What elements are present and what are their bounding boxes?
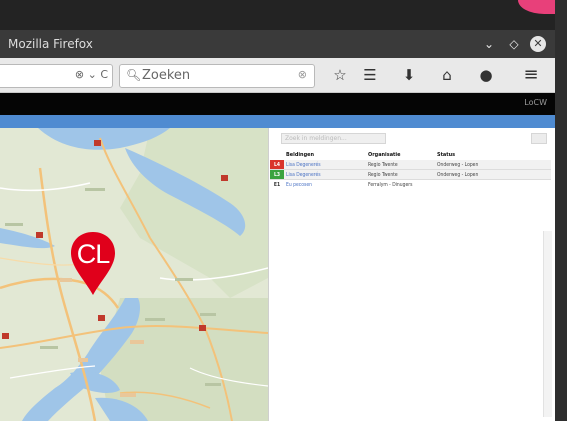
- app-top-bar: LoCW: [0, 93, 555, 115]
- meldingen-table: Beldingen Organisatie Status L4 Lisa Deg…: [270, 149, 551, 189]
- desktop-right-edge: [555, 0, 567, 421]
- search-box[interactable]: 🔍︎ ⊗: [119, 64, 315, 88]
- reading-list-icon[interactable]: ☰: [360, 66, 380, 84]
- map-canvas[interactable]: [0, 128, 268, 421]
- browser-window: Mozilla Firefox ⌄ ◇ ✕ ⊗ ⌄ C 🔍︎ ⊗ ☆ ☰ ⬇ ⌂…: [0, 30, 555, 421]
- row-melding-link[interactable]: Lisa Degenerés: [284, 160, 366, 170]
- search-icon: 🔍︎: [126, 68, 142, 82]
- table-row[interactable]: E1 Eu pecosen Ferralym - Dinugers: [270, 179, 551, 190]
- row-status: Onderweg - Lopen: [435, 160, 551, 170]
- map-view[interactable]: CL: [0, 128, 268, 421]
- maximize-icon[interactable]: ◇: [506, 36, 522, 52]
- row-melding-link[interactable]: Lisa Degenerés: [284, 169, 366, 180]
- column-header-code: [270, 149, 284, 160]
- window-titlebar[interactable]: Mozilla Firefox ⌄ ◇ ✕: [0, 30, 555, 58]
- bookmark-star-icon[interactable]: ☆: [330, 66, 350, 84]
- desktop-top-bar: [0, 0, 567, 30]
- table-row[interactable]: L4 Lisa Degenerés Regio Twente Onderweg …: [270, 160, 551, 170]
- row-melding-link[interactable]: Eu pecosen: [284, 180, 366, 190]
- row-code-badge: L4: [270, 160, 284, 170]
- chat-icon[interactable]: ●: [476, 66, 496, 84]
- map-marker-label: CL: [76, 239, 111, 269]
- meldingen-panel: Zoek in meldingen... Beldingen Organisat…: [268, 128, 555, 421]
- table-row[interactable]: L3 Lisa Degenerés Regio Twente Onderweg …: [270, 169, 551, 180]
- row-organisatie: Regio Twente: [366, 169, 435, 180]
- row-status: Onderweg - Lopen: [435, 169, 551, 180]
- row-organisatie: Regio Twente: [366, 160, 435, 170]
- url-bar-icons[interactable]: ⊗ ⌄ C: [75, 68, 108, 81]
- search-input[interactable]: [142, 67, 282, 83]
- menu-icon[interactable]: ≡: [521, 66, 541, 84]
- row-code-badge: E1: [270, 179, 284, 189]
- browser-toolbar: ⊗ ⌄ C 🔍︎ ⊗ ☆ ☰ ⬇ ⌂ ● ≡: [0, 58, 555, 93]
- url-bar[interactable]: ⊗ ⌄ C: [0, 64, 113, 88]
- row-organisatie: Ferralym - Dinugers: [368, 181, 413, 188]
- row-code-badge: L3: [270, 169, 284, 180]
- close-icon[interactable]: ✕: [530, 36, 546, 52]
- panel-scrollbar[interactable]: [543, 231, 552, 417]
- panel-action-button[interactable]: [531, 133, 547, 144]
- minimize-icon[interactable]: ⌄: [481, 36, 497, 52]
- clear-search-icon[interactable]: ⊗: [298, 68, 307, 81]
- column-header-status[interactable]: Status: [435, 149, 551, 160]
- downloads-icon[interactable]: ⬇: [399, 66, 419, 84]
- app-accent-bar: [0, 115, 555, 128]
- map-marker-cl[interactable]: CL: [70, 231, 120, 295]
- column-header-meldingen[interactable]: Beldingen: [284, 149, 366, 160]
- window-title: Mozilla Firefox: [8, 37, 93, 51]
- row-status: [435, 180, 551, 190]
- column-header-organisatie[interactable]: Organisatie: [366, 149, 435, 160]
- panel-filter-input[interactable]: Zoek in meldingen...: [281, 133, 386, 144]
- home-icon[interactable]: ⌂: [437, 66, 457, 84]
- app-topbar-label[interactable]: LoCW: [524, 98, 547, 107]
- table-header-row: Beldingen Organisatie Status: [270, 149, 551, 160]
